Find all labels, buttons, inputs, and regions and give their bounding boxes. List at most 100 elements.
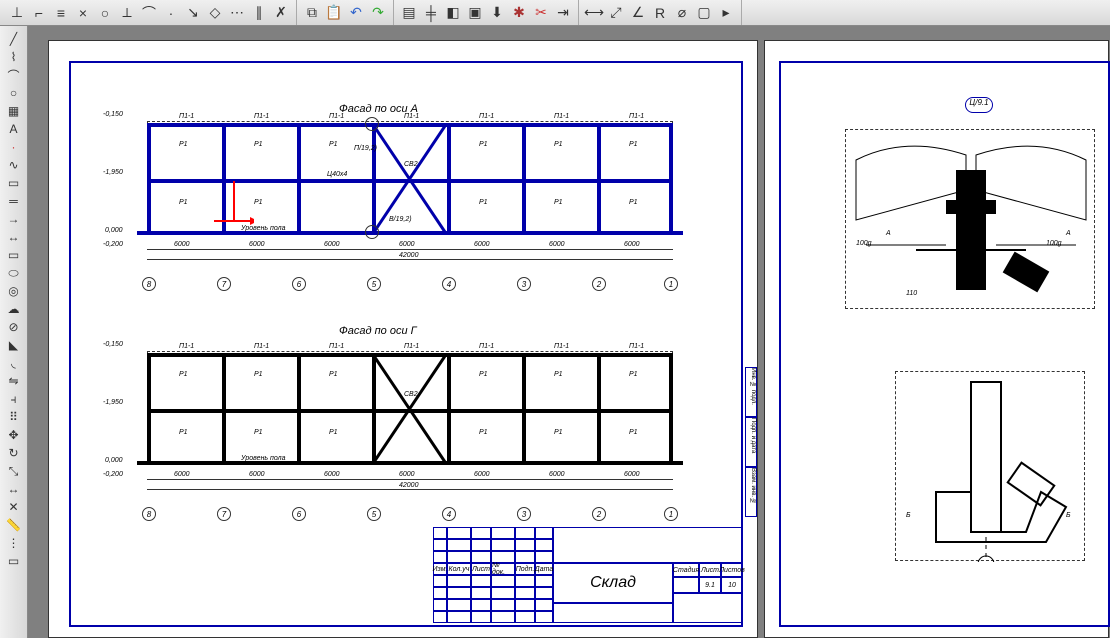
text-tool-icon[interactable]: A — [2, 120, 26, 138]
xline-tool-icon[interactable]: ↔ — [2, 228, 26, 246]
erase-tool-icon[interactable]: ✕ — [2, 498, 26, 516]
dim-linear-icon[interactable]: ⟷ — [583, 2, 605, 24]
panel-label: Р1 — [179, 141, 188, 148]
snap-nearest-icon[interactable]: ↘ — [182, 2, 204, 24]
panel-label: Р1 — [554, 429, 563, 436]
drawing-sheet-1[interactable]: Фасад по оси А -0,150 -1,950 0,000 -0,20… — [48, 40, 758, 638]
callout-circle — [365, 225, 379, 239]
dim-value: 6000 — [324, 471, 340, 478]
snap-ext-icon[interactable]: ⋯ — [226, 2, 248, 24]
snap-parallel-icon[interactable]: ∥ — [248, 2, 270, 24]
panel-label: П1-1 — [254, 113, 269, 120]
mirror-tool-icon[interactable]: ⇋ — [2, 372, 26, 390]
left-toolbar: ╱ ⌇ ⌒ ○ ▦ A · ∿ ▭ ═ → ↔ ▭ ⬭ ◎ ☁ ⊘ ◣ ◟ ⇋ … — [0, 26, 28, 638]
hatch-tool-icon[interactable]: ▦ — [2, 102, 26, 120]
point-tool-icon[interactable]: · — [2, 138, 26, 156]
tb-header: № док. — [491, 563, 515, 575]
revision-cloud-tool-icon[interactable]: ☁ — [2, 300, 26, 318]
snap-tangent-icon[interactable]: ⌒ — [138, 2, 160, 24]
panel-label: Р1 — [179, 199, 188, 206]
tb-header: Листов — [721, 563, 743, 577]
detail1-svg — [846, 130, 1096, 310]
side-stamp: Взам. инв. № — [745, 467, 757, 517]
paste-icon[interactable]: 📋 — [323, 2, 345, 24]
snap-perp-icon[interactable]: ⟂ — [116, 2, 138, 24]
measure-tool-icon[interactable]: 📏 — [2, 516, 26, 534]
dim-diameter-icon[interactable]: ⌀ — [671, 2, 693, 24]
panel-label: П1-1 — [254, 343, 269, 350]
panel-label: Р1 — [554, 141, 563, 148]
level-mark: -1,950 — [103, 169, 123, 176]
snap-quad-icon[interactable]: ◇ — [204, 2, 226, 24]
region-tool-icon[interactable]: ▭ — [2, 174, 26, 192]
panel-label: П1-1 — [329, 113, 344, 120]
snap-mid-icon[interactable]: ≡ — [50, 2, 72, 24]
ortho-icon[interactable]: ⊥ — [6, 2, 28, 24]
dim-value: 6000 — [249, 241, 265, 248]
axis-bubble: 6 — [292, 277, 306, 291]
floor-note: Уровень пола — [241, 225, 286, 232]
line-tool-icon[interactable]: ╱ — [2, 30, 26, 48]
break-tool-icon[interactable]: ⊘ — [2, 318, 26, 336]
snap-off-icon[interactable]: ✗ — [270, 2, 292, 24]
detail-drawing-1: А А 100g 100g 110 — [845, 129, 1095, 309]
mline-tool-icon[interactable]: ═ — [2, 192, 26, 210]
ray-tool-icon[interactable]: → — [2, 210, 26, 228]
dim-ord-icon[interactable]: ▢ — [693, 2, 715, 24]
panel-label: Р1 — [629, 371, 638, 378]
tb-value: 10 — [721, 577, 743, 593]
stretch-tool-icon[interactable]: ↔ — [2, 480, 26, 498]
extend-icon[interactable]: ⇥ — [552, 2, 574, 24]
title-block: Изм. Кол.уч Лист № док. Подп. Дата Склад… — [433, 527, 743, 627]
axis-bubble: 1 — [664, 277, 678, 291]
layer-icon[interactable]: ▤ — [398, 2, 420, 24]
callout-label: В/19,2) — [389, 216, 412, 223]
polyline-tool-icon[interactable]: ⌇ — [2, 48, 26, 66]
fillet-tool-icon[interactable]: ◟ — [2, 354, 26, 372]
callout-label: П/19,2) — [354, 145, 377, 152]
panel-label: Р1 — [329, 371, 338, 378]
level-mark: 0,000 — [105, 227, 123, 234]
arrow-icon[interactable]: ▸ — [715, 2, 737, 24]
snap-endpoint-icon[interactable]: ⌐ — [28, 2, 50, 24]
level-mark: -0,200 — [103, 471, 123, 478]
circle-tool-icon[interactable]: ○ — [2, 84, 26, 102]
snap-center-icon[interactable]: ○ — [94, 2, 116, 24]
array-tool-icon[interactable]: ⠿ — [2, 408, 26, 426]
tb-value: 9.1 — [699, 577, 721, 593]
copy-icon[interactable]: ⧉ — [301, 2, 323, 24]
linetype-icon[interactable]: ╪ — [420, 2, 442, 24]
insert-icon[interactable]: ⬇ — [486, 2, 508, 24]
snap-node-icon[interactable]: · — [160, 2, 182, 24]
chamfer-tool-icon[interactable]: ◣ — [2, 336, 26, 354]
arc-tool-icon[interactable]: ⌒ — [2, 66, 26, 84]
ellipse-tool-icon[interactable]: ⬭ — [2, 264, 26, 282]
spline-tool-icon[interactable]: ∿ — [2, 156, 26, 174]
redo-icon[interactable]: ↷ — [367, 2, 389, 24]
explode-icon[interactable]: ✱ — [508, 2, 530, 24]
side-stamp: Инв. № подл. — [745, 367, 757, 417]
undo-icon[interactable]: ↶ — [345, 2, 367, 24]
offset-tool-icon[interactable]: ⫞ — [2, 390, 26, 408]
tb-header: Лист — [699, 563, 721, 577]
rectangle-tool-icon[interactable]: ▭ — [2, 246, 26, 264]
detail-callout-label: Ц/9.1 — [965, 97, 993, 113]
axis-bubble: 4 — [442, 277, 456, 291]
workspace[interactable]: Фасад по оси А -0,150 -1,950 0,000 -0,20… — [28, 26, 1110, 638]
divide-tool-icon[interactable]: ⋮ — [2, 534, 26, 552]
select-tool-icon[interactable]: ▭ — [2, 552, 26, 570]
donut-tool-icon[interactable]: ◎ — [2, 282, 26, 300]
color-icon[interactable]: ◧ — [442, 2, 464, 24]
scale-tool-icon[interactable]: ⤡ — [2, 462, 26, 480]
trim-icon[interactable]: ✂ — [530, 2, 552, 24]
tb-header: Дата — [535, 563, 553, 575]
dim-aligned-icon[interactable]: ⤢ — [605, 2, 627, 24]
move-tool-icon[interactable]: ✥ — [2, 426, 26, 444]
snap-intersect-icon[interactable]: × — [72, 2, 94, 24]
callout-label: СВ2 — [404, 391, 418, 398]
dim-angular-icon[interactable]: ∠ — [627, 2, 649, 24]
dim-radius-icon[interactable]: R — [649, 2, 671, 24]
drawing-sheet-2[interactable]: Ц/9.1 А А 100g 100g 110 — [764, 40, 1109, 638]
rotate-tool-icon[interactable]: ↻ — [2, 444, 26, 462]
block-icon[interactable]: ▣ — [464, 2, 486, 24]
